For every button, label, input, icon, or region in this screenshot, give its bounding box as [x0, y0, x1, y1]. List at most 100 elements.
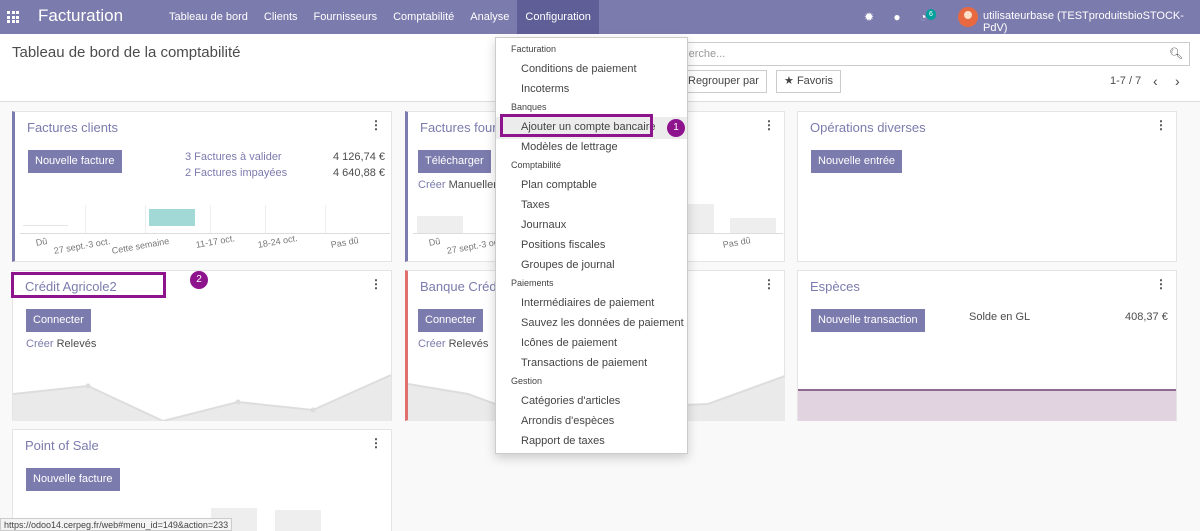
- chart-bar: [417, 216, 463, 233]
- card-menu-icon[interactable]: ⋮: [370, 118, 382, 132]
- menu-item-arrondis-especes[interactable]: Arrondis d'espèces: [521, 415, 614, 427]
- statements-text: Relevés: [56, 338, 97, 350]
- axis-label: 11-17 oct.: [195, 233, 236, 250]
- balance-area-chart: [798, 390, 1176, 421]
- card-point-of-sale: Point of Sale ⋮ Nouvelle facture: [12, 429, 392, 531]
- axis-label: Dû: [428, 236, 442, 248]
- create-link[interactable]: Créer: [418, 179, 446, 191]
- create-statements: Créer Relevés: [26, 338, 96, 350]
- section-header-banques: Banques: [511, 102, 547, 112]
- gridline: [85, 205, 86, 233]
- connect-button[interactable]: Connecter: [418, 309, 483, 332]
- favorites-button[interactable]: ★ Favoris: [776, 70, 841, 93]
- chart-bar: [730, 218, 776, 233]
- axis-label: Dû: [35, 236, 49, 248]
- app-brand[interactable]: Facturation: [38, 6, 123, 26]
- menu-item-conditions-paiement[interactable]: Conditions de paiement: [521, 63, 637, 75]
- user-avatar[interactable]: [958, 7, 978, 27]
- chart-bar: [275, 510, 321, 531]
- menu-item-intermediaires-paiement[interactable]: Intermédiaires de paiement: [521, 297, 654, 309]
- axis-label: 18-24 oct.: [257, 233, 299, 250]
- apps-grid-icon[interactable]: [7, 11, 19, 23]
- card-menu-icon[interactable]: ⋮: [1155, 118, 1167, 132]
- menu-tableau-de-bord[interactable]: Tableau de bord: [161, 0, 256, 34]
- gridline: [210, 205, 211, 233]
- menu-item-positions-fiscales[interactable]: Positions fiscales: [521, 239, 605, 251]
- debug-bug-icon[interactable]: ✹: [862, 10, 876, 24]
- card-menu-icon[interactable]: ⋮: [763, 277, 775, 291]
- menu-item-incoterms[interactable]: Incoterms: [521, 83, 569, 95]
- search-input[interactable]: cherche... 🔍︎: [660, 42, 1190, 66]
- new-transaction-button[interactable]: Nouvelle transaction: [811, 309, 925, 332]
- menu-clients[interactable]: Clients: [256, 0, 306, 34]
- connect-button[interactable]: Connecter: [26, 309, 91, 332]
- unpaid-invoices-link[interactable]: 2 Factures impayées: [185, 167, 287, 179]
- annotation-marker-2: 2: [190, 271, 208, 289]
- card-menu-icon[interactable]: ⋮: [1155, 277, 1167, 291]
- menu-comptabilite[interactable]: Comptabilité: [385, 0, 462, 34]
- chart-axis: [20, 233, 390, 234]
- menu-item-modeles-lettrage[interactable]: Modèles de lettrage: [521, 141, 618, 153]
- gridline: [325, 205, 326, 233]
- card-menu-icon[interactable]: ⋮: [370, 277, 382, 291]
- menu-item-groupes-journal[interactable]: Groupes de journal: [521, 259, 615, 271]
- gridline: [265, 205, 266, 233]
- menu-item-categories-articles[interactable]: Catégories d'articles: [521, 395, 620, 407]
- chat-icon[interactable]: ●: [890, 10, 904, 24]
- favorites-label: Favoris: [796, 75, 833, 87]
- card-title[interactable]: Banque Crédi: [420, 279, 500, 294]
- group-by-button[interactable]: Regrouper par: [680, 70, 767, 93]
- section-header-facturation: Facturation: [511, 44, 557, 54]
- upload-button[interactable]: Télécharger: [418, 150, 491, 173]
- activity-badge: 6: [926, 9, 936, 20]
- card-title[interactable]: Factures clients: [27, 120, 118, 135]
- axis-label: Pas dû: [330, 235, 360, 250]
- card-operations-diverses: Opérations diverses ⋮ Nouvelle entrée: [797, 111, 1177, 262]
- pager-previous-icon[interactable]: ‹: [1153, 73, 1158, 89]
- chart-bar-du: [23, 225, 68, 226]
- search-icon[interactable]: 🔍︎: [1169, 47, 1183, 60]
- statements-text: Relevés: [448, 338, 489, 350]
- create-link[interactable]: Créer: [418, 338, 446, 350]
- card-title[interactable]: Opérations diverses: [810, 120, 926, 135]
- section-header-comptabilite: Comptabilité: [511, 160, 562, 170]
- card-title[interactable]: Point of Sale: [25, 438, 99, 453]
- menu-item-icones-paiement[interactable]: Icônes de paiement: [521, 337, 617, 349]
- sample-line-chart: [13, 374, 391, 421]
- card-especes: Espèces ⋮ Nouvelle transaction Solde en …: [797, 270, 1177, 421]
- card-menu-icon[interactable]: ⋮: [370, 436, 382, 450]
- page-title: Tableau de bord de la comptabilité: [12, 44, 241, 61]
- create-statements: Créer Relevés: [418, 338, 488, 350]
- menu-item-rapport-taxes[interactable]: Rapport de taxes: [521, 435, 605, 447]
- menu-item-plan-comptable[interactable]: Plan comptable: [521, 179, 597, 191]
- section-header-gestion: Gestion: [511, 376, 543, 386]
- card-title[interactable]: Factures fourn: [420, 120, 504, 135]
- chart-bar: [688, 204, 714, 233]
- amount-unpaid: 4 640,88 €: [333, 167, 385, 179]
- menu-item-sauvez-donnees-paiement[interactable]: Sauvez les données de paiement: [521, 317, 684, 329]
- user-name[interactable]: utilisateurbase (TESTproduitsbioSTOCK-Pd…: [983, 10, 1200, 34]
- new-entry-button[interactable]: Nouvelle entrée: [811, 150, 903, 173]
- card-menu-icon[interactable]: ⋮: [763, 118, 775, 132]
- amount-to-validate: 4 126,74 €: [333, 151, 385, 163]
- axis-label: 27 sept.-3 oc: [446, 236, 499, 256]
- axis-label: 27 sept.-3 oct.: [53, 236, 111, 256]
- menu-configuration[interactable]: Configuration: [517, 0, 599, 34]
- menu-item-transactions-paiement[interactable]: Transactions de paiement: [521, 357, 647, 369]
- star-icon: ★: [784, 75, 794, 87]
- menu-analyse[interactable]: Analyse: [462, 0, 517, 34]
- create-link[interactable]: Créer: [26, 338, 54, 350]
- highlight-box-credit-agricole: [11, 272, 166, 298]
- new-invoice-button[interactable]: Nouvelle facture: [26, 468, 120, 491]
- menu-item-taxes[interactable]: Taxes: [521, 199, 550, 211]
- chart-bar-cette-semaine: [149, 209, 195, 226]
- new-invoice-button[interactable]: Nouvelle facture: [28, 150, 122, 173]
- pager-value[interactable]: 1-7 / 7: [1110, 75, 1141, 87]
- invoices-to-validate-link[interactable]: 3 Factures à valider: [185, 151, 282, 163]
- menu-fournisseurs[interactable]: Fournisseurs: [306, 0, 386, 34]
- pager-next-icon[interactable]: ›: [1175, 73, 1180, 89]
- balance-line: [798, 389, 1176, 391]
- card-title[interactable]: Espèces: [810, 279, 860, 294]
- section-header-paiements: Paiements: [511, 278, 554, 288]
- menu-item-journaux[interactable]: Journaux: [521, 219, 566, 231]
